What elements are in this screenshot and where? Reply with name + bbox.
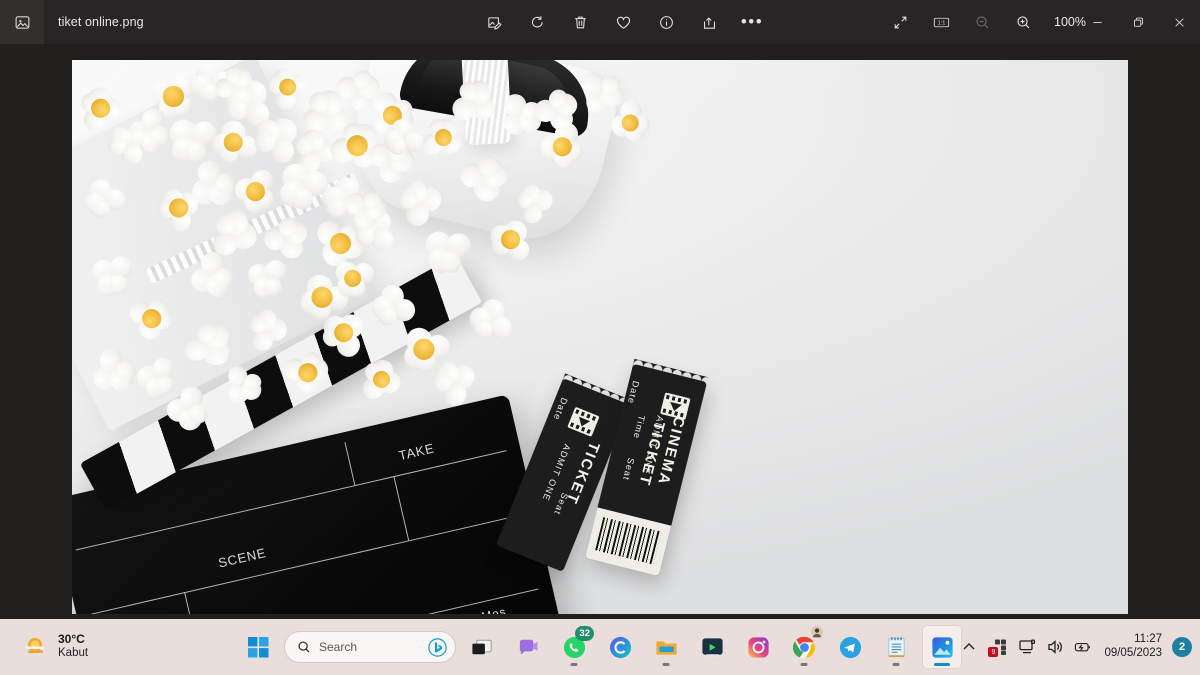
film-strip-icon xyxy=(567,406,600,437)
clock-date: 09/05/2023 xyxy=(1104,647,1162,659)
running-indicator xyxy=(892,663,900,666)
ticket-barcode xyxy=(595,517,662,565)
teams-tray-icon[interactable]: 9 xyxy=(988,638,1008,657)
media-player-icon xyxy=(701,637,723,657)
ticket-date-label: Date xyxy=(625,379,642,406)
taskbar-item-instagram[interactable] xyxy=(738,625,778,669)
taskbar-item-media-player[interactable] xyxy=(692,625,732,669)
battery-icon[interactable] xyxy=(1074,638,1092,656)
chrome-profile-avatar xyxy=(811,626,823,638)
more-icon[interactable]: ••• xyxy=(736,7,768,37)
search-input[interactable]: Search xyxy=(284,631,456,663)
ticket-seat-label: Seat xyxy=(620,456,637,482)
chevron-up-icon[interactable] xyxy=(960,638,978,656)
taskbar-item-telegram[interactable] xyxy=(830,625,870,669)
minimize-button[interactable] xyxy=(1077,0,1118,44)
bing-chat-icon[interactable] xyxy=(428,637,447,657)
taskbar-item-chat[interactable] xyxy=(508,625,548,669)
clapperboard-take-label: TAKE xyxy=(397,440,436,464)
taskbar: 30°C Kabut Search 32 9 11:27 09/05/2023 … xyxy=(0,619,1200,675)
rotate-icon[interactable] xyxy=(521,7,553,37)
image-viewer-canvas[interactable]: TAKE SCENE PROD. ROLL Day-Night Int Ext … xyxy=(0,44,1200,619)
notification-badge[interactable]: 2 xyxy=(1172,637,1192,657)
running-indicator xyxy=(662,663,670,666)
clock-time: 11:27 xyxy=(1134,633,1162,646)
actual-size-icon[interactable]: 1:1 xyxy=(925,7,957,37)
whatsapp-badge: 32 xyxy=(575,626,594,641)
file-explorer-icon xyxy=(655,640,677,655)
close-button[interactable] xyxy=(1159,0,1200,44)
running-indicator xyxy=(934,663,950,666)
photo-image[interactable]: TAKE SCENE PROD. ROLL Day-Night Int Ext … xyxy=(72,60,1128,614)
chat-icon xyxy=(519,639,538,655)
weather-temperature: 30°C xyxy=(58,632,85,647)
zoom-out-icon[interactable] xyxy=(966,7,998,37)
search-placeholder: Search xyxy=(319,640,358,654)
running-indicator xyxy=(570,663,578,666)
telegram-icon xyxy=(839,636,861,658)
ticket-date-label: Date xyxy=(551,396,570,423)
system-tray: 9 11:27 09/05/2023 2 xyxy=(960,633,1192,661)
taskbar-item-whatsapp[interactable]: 32 xyxy=(554,625,594,669)
ticket-time-label: Time xyxy=(631,414,647,441)
copilot-icon xyxy=(609,636,631,658)
photos-app-window: tiket online.png ••• 1:1 100% TAKE SCENE… xyxy=(0,0,1200,675)
taskbar-center-group: Search 32 xyxy=(238,625,962,669)
edit-image-icon[interactable] xyxy=(478,7,510,37)
running-indicator xyxy=(800,663,808,666)
title-bar: tiket online.png ••• 1:1 100% xyxy=(0,0,1200,44)
teams-tray-badge: 9 xyxy=(988,647,999,657)
clapperboard-footer-label: Day-Night Int Ext Mos xyxy=(374,604,507,614)
sun-fog-icon xyxy=(26,637,44,653)
info-icon[interactable] xyxy=(650,7,682,37)
search-icon xyxy=(298,641,310,653)
photo-icon[interactable] xyxy=(0,0,44,44)
taskbar-item-chrome[interactable] xyxy=(784,625,824,669)
taskbar-item-file-explorer[interactable] xyxy=(646,625,686,669)
clapperboard: TAKE SCENE PROD. ROLL Day-Night Int Ext … xyxy=(72,255,582,614)
volume-icon[interactable] xyxy=(1046,638,1064,656)
weather-condition: Kabut xyxy=(58,647,89,660)
taskbar-item-notepad[interactable] xyxy=(876,625,916,669)
clock[interactable]: 11:27 09/05/2023 xyxy=(1104,633,1162,661)
image-toolbar: ••• xyxy=(478,0,768,44)
zoom-in-icon[interactable] xyxy=(1007,7,1039,37)
taskbar-item-task-view[interactable] xyxy=(462,625,502,669)
notepad-icon xyxy=(887,636,905,657)
delete-icon[interactable] xyxy=(564,7,596,37)
svg-text:1:1: 1:1 xyxy=(937,20,945,26)
favorite-icon[interactable] xyxy=(607,7,639,37)
view-controls: 1:1 100% xyxy=(884,0,1086,44)
share-icon[interactable] xyxy=(693,7,725,37)
restore-button[interactable] xyxy=(1118,0,1159,44)
chrome-icon xyxy=(792,636,815,658)
photos-icon xyxy=(931,636,953,658)
instagram-icon xyxy=(747,636,769,658)
document-title: tiket online.png xyxy=(58,15,144,29)
taskbar-item-photos[interactable] xyxy=(922,625,962,669)
start-button[interactable] xyxy=(238,627,278,667)
network-icon[interactable] xyxy=(1018,638,1036,656)
taskbar-item-copilot[interactable] xyxy=(600,625,640,669)
task-view-icon xyxy=(471,639,492,654)
window-controls xyxy=(1077,0,1200,44)
clapperboard-scene-label: SCENE xyxy=(216,544,268,571)
weather-widget[interactable]: 30°C Kabut xyxy=(12,629,98,664)
fullscreen-icon[interactable] xyxy=(884,7,916,37)
